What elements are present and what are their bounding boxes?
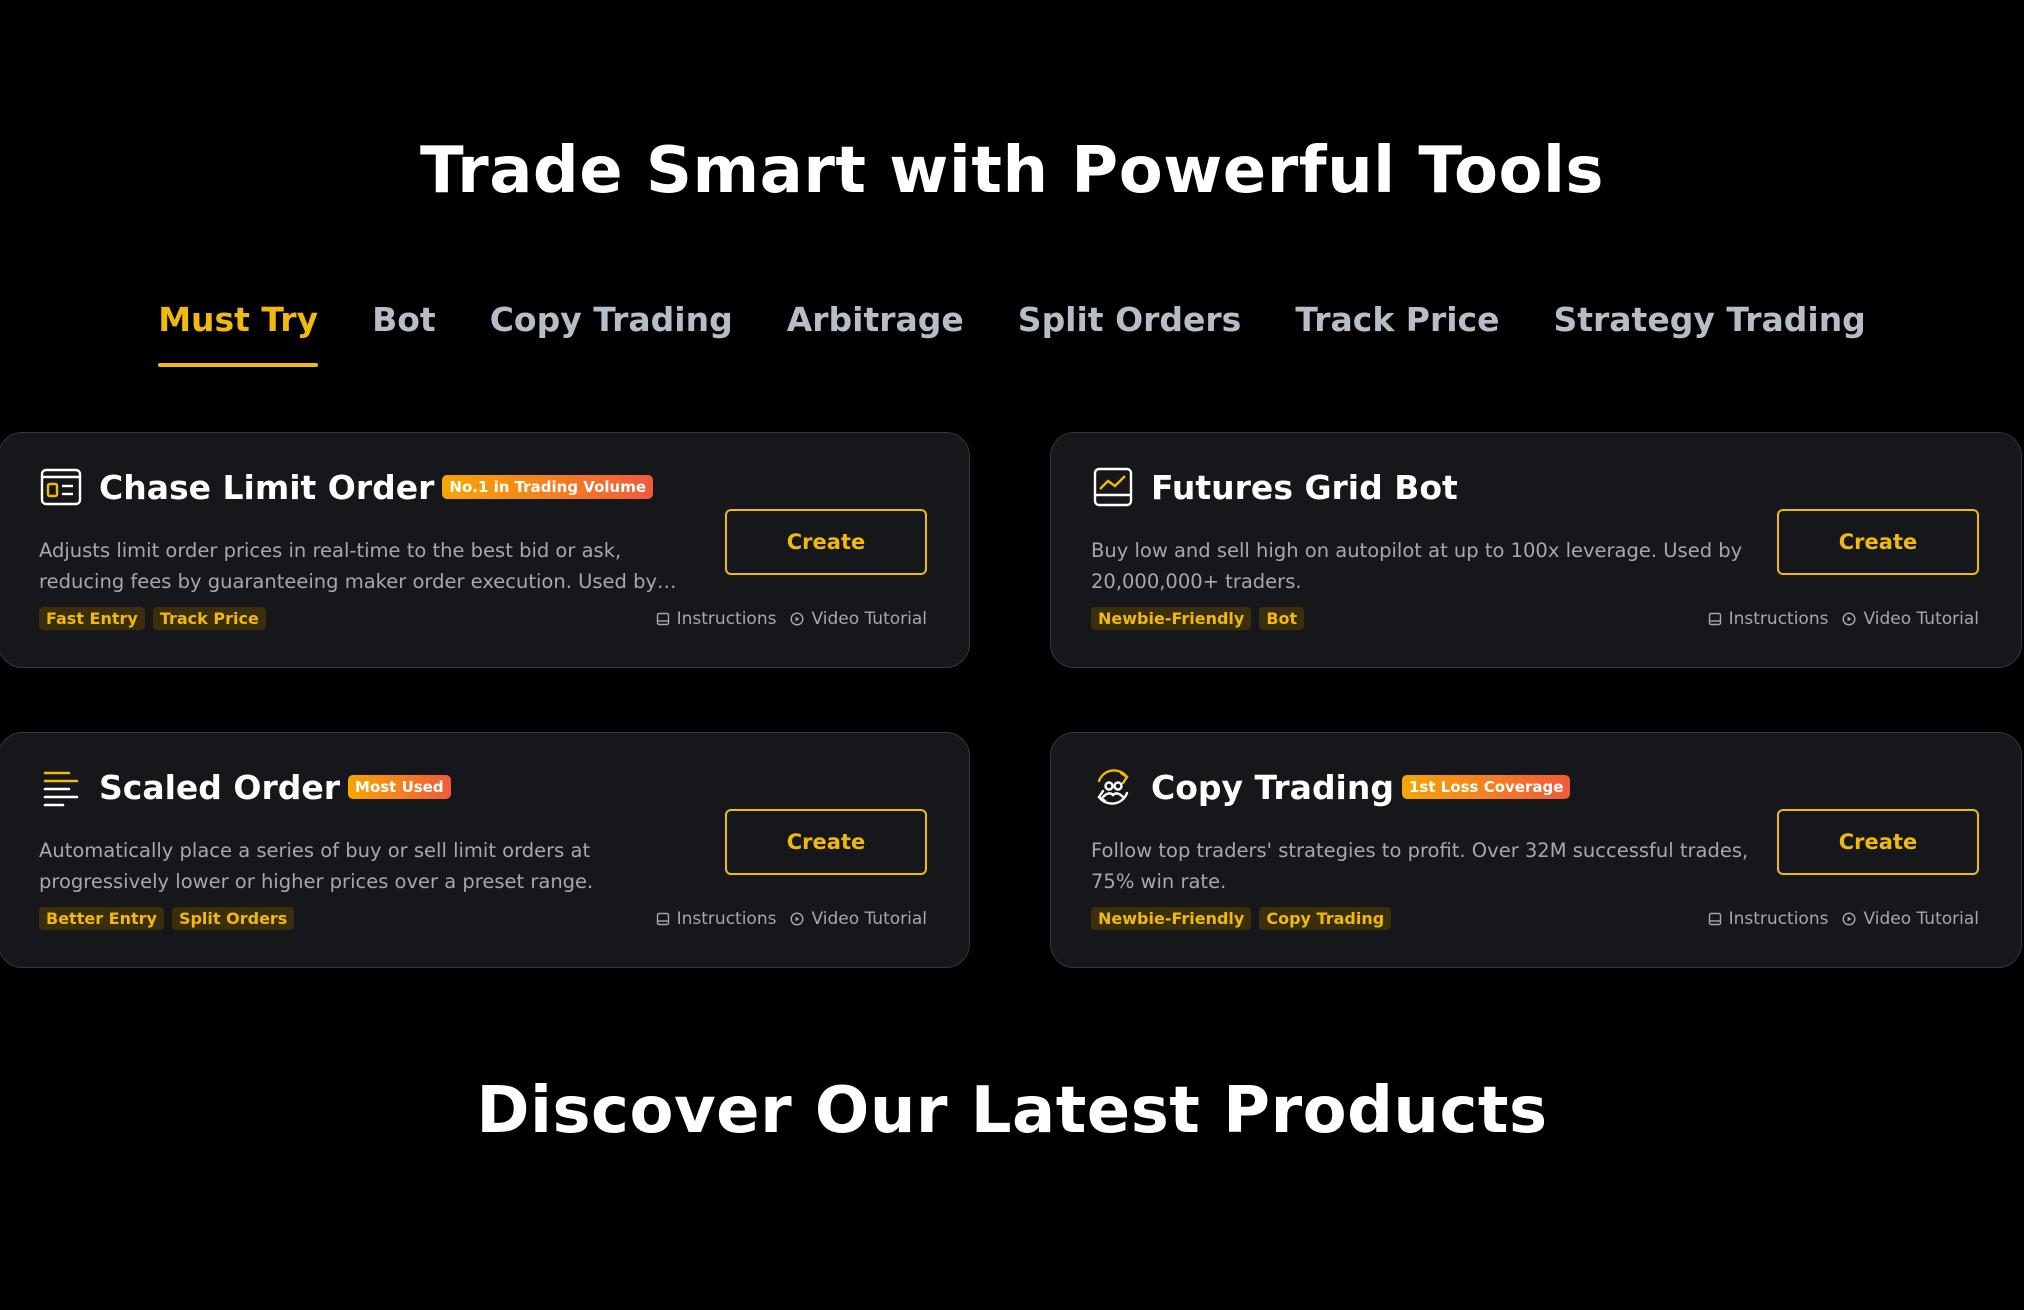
video-tutorial-link[interactable]: Video Tutorial bbox=[790, 909, 927, 929]
document-icon bbox=[1708, 912, 1721, 926]
copy-trading-icon bbox=[1091, 765, 1135, 809]
instructions-link[interactable]: Instructions bbox=[1708, 909, 1829, 929]
instructions-link[interactable]: Instructions bbox=[1708, 609, 1829, 629]
video-tutorial-link[interactable]: Video Tutorial bbox=[1842, 609, 1979, 629]
play-icon bbox=[1842, 612, 1856, 626]
card-title: Copy Trading bbox=[1151, 767, 1394, 807]
card-tag: Track Price bbox=[152, 607, 266, 630]
document-icon bbox=[656, 612, 669, 626]
instructions-label: Instructions bbox=[1728, 909, 1829, 929]
tool-card-copy-trading[interactable]: Copy Trading 1st Loss Coverage Follow to… bbox=[1050, 732, 2022, 968]
card-tag: Newbie-Friendly bbox=[1091, 907, 1252, 930]
card-title: Scaled Order bbox=[99, 767, 341, 807]
instructions-label: Instructions bbox=[676, 909, 777, 929]
card-tag: Bot bbox=[1259, 607, 1305, 630]
card-title: Futures Grid Bot bbox=[1151, 467, 1458, 507]
create-button[interactable]: Create bbox=[725, 509, 927, 575]
document-icon bbox=[656, 912, 669, 926]
tab-bot[interactable]: Bot bbox=[372, 300, 436, 367]
card-badge: No.1 in Trading Volume bbox=[442, 475, 654, 499]
card-description: Follow top traders' strategies to profit… bbox=[1091, 839, 1749, 893]
card-description: Buy low and sell high on autopilot at up… bbox=[1091, 539, 1743, 593]
tab-must-try[interactable]: Must Try bbox=[158, 300, 318, 367]
card-tag: Fast Entry bbox=[39, 607, 145, 630]
chase-limit-order-icon bbox=[39, 465, 83, 509]
play-icon bbox=[790, 912, 804, 926]
document-icon bbox=[1708, 612, 1721, 626]
card-title: Chase Limit Order bbox=[99, 467, 435, 507]
tab-copy-trading[interactable]: Copy Trading bbox=[490, 300, 733, 367]
card-tag: Copy Trading bbox=[1259, 907, 1392, 930]
play-icon bbox=[1842, 912, 1856, 926]
instructions-label: Instructions bbox=[1728, 609, 1829, 629]
tab-split-orders[interactable]: Split Orders bbox=[1018, 300, 1242, 367]
card-badge: 1st Loss Coverage bbox=[1402, 775, 1571, 799]
create-button[interactable]: Create bbox=[1777, 809, 1979, 875]
video-tutorial-link[interactable]: Video Tutorial bbox=[1842, 909, 1979, 929]
video-tutorial-label: Video Tutorial bbox=[811, 909, 927, 929]
scaled-order-icon bbox=[39, 765, 83, 809]
section-title: Trade Smart with Powerful Tools bbox=[420, 134, 1604, 208]
instructions-label: Instructions bbox=[676, 609, 777, 629]
tool-card-scaled-order[interactable]: Scaled Order Most Used Automatically pla… bbox=[0, 732, 970, 968]
futures-grid-bot-icon bbox=[1091, 465, 1135, 509]
card-tag: Newbie-Friendly bbox=[1091, 607, 1252, 630]
card-tag: Better Entry bbox=[39, 907, 164, 930]
video-tutorial-label: Video Tutorial bbox=[1863, 609, 1979, 629]
instructions-link[interactable]: Instructions bbox=[656, 909, 777, 929]
tool-card-futures-grid-bot[interactable]: Futures Grid Bot Buy low and sell high o… bbox=[1050, 432, 2022, 668]
tab-track-price[interactable]: Track Price bbox=[1295, 300, 1499, 367]
video-tutorial-label: Video Tutorial bbox=[1863, 909, 1979, 929]
tool-card-chase-limit-order[interactable]: Chase Limit Order No.1 in Trading Volume… bbox=[0, 432, 970, 668]
tab-arbitrage[interactable]: Arbitrage bbox=[787, 300, 964, 367]
card-description: Adjusts limit order prices in real-time … bbox=[39, 539, 658, 593]
video-tutorial-link[interactable]: Video Tutorial bbox=[790, 609, 927, 629]
play-icon bbox=[790, 612, 804, 626]
discover-title: Discover Our Latest Products bbox=[476, 1074, 1548, 1148]
create-button[interactable]: Create bbox=[725, 809, 927, 875]
video-tutorial-label: Video Tutorial bbox=[811, 609, 927, 629]
tool-tabs: Must Try Bot Copy Trading Arbitrage Spli… bbox=[0, 300, 2024, 367]
instructions-link[interactable]: Instructions bbox=[656, 609, 777, 629]
card-badge: Most Used bbox=[348, 775, 451, 799]
card-description: Automatically place a series of buy or s… bbox=[39, 839, 594, 893]
create-button[interactable]: Create bbox=[1777, 509, 1979, 575]
tab-strategy-trading[interactable]: Strategy Trading bbox=[1553, 300, 1865, 367]
card-tag: Split Orders bbox=[171, 907, 295, 930]
